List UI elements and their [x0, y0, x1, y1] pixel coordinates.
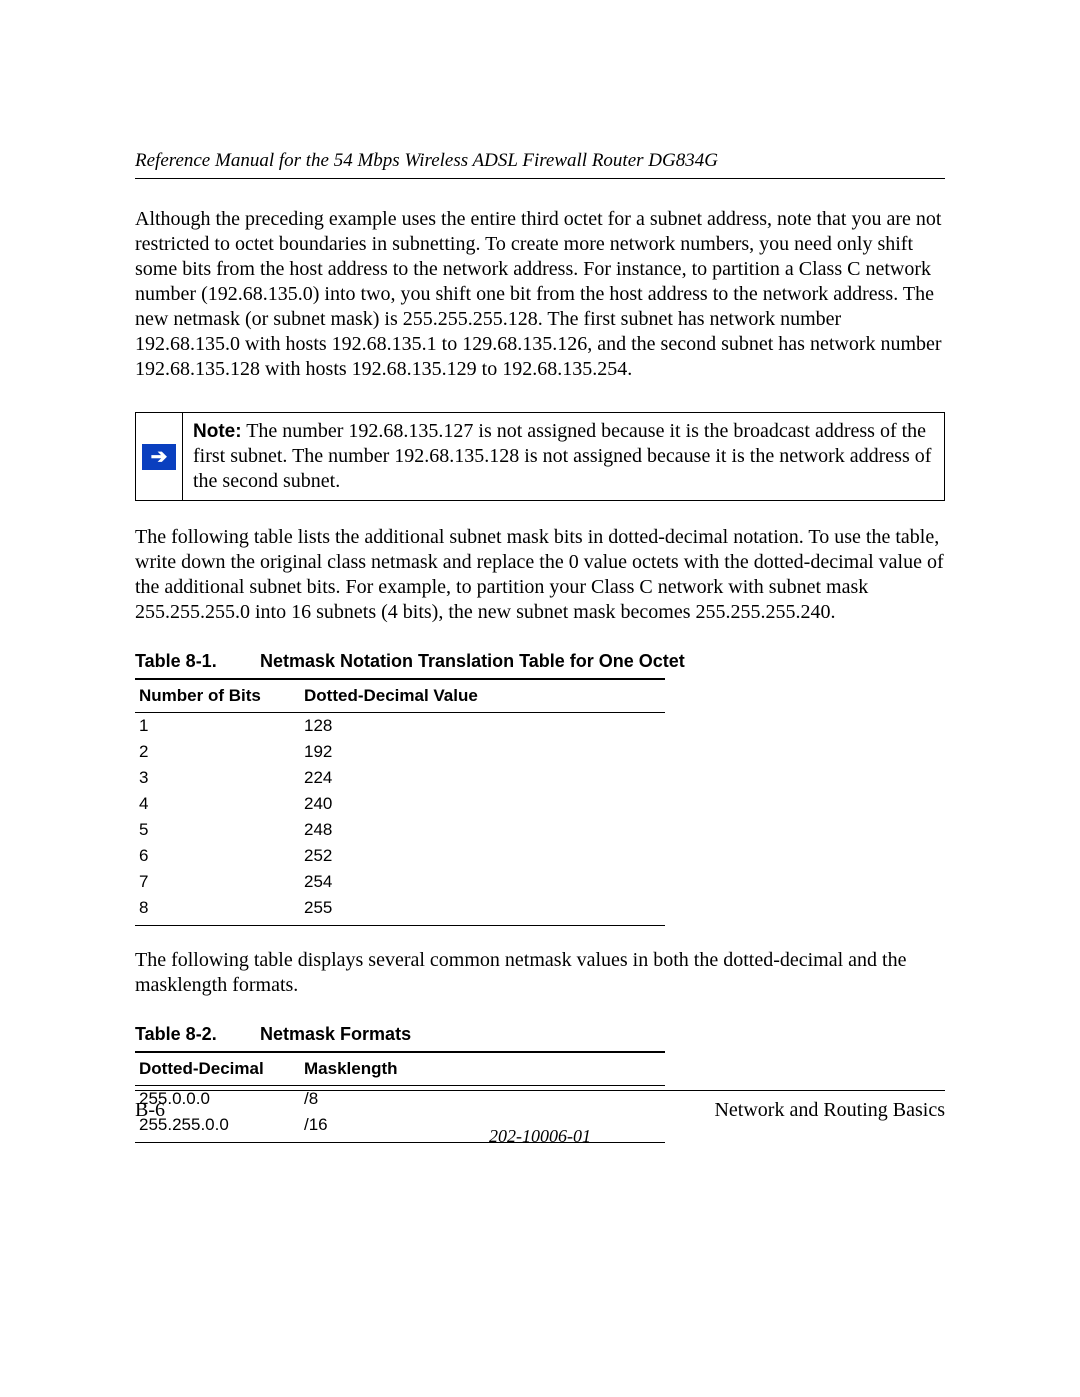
table-row: 2192 [135, 739, 665, 765]
table-1-head-b: Dotted-Decimal Value [304, 686, 665, 706]
arrow-glyph: ➔ [151, 447, 168, 467]
table-1: Number of Bits Dotted-Decimal Value 1128… [135, 678, 665, 926]
cell-a: 1 [139, 716, 304, 736]
header-rule [135, 178, 945, 179]
cell-b: 224 [304, 768, 665, 788]
table-rule [135, 925, 665, 926]
cell-a: 5 [139, 820, 304, 840]
table-1-title: Netmask Notation Translation Table for O… [260, 651, 685, 671]
cell-b: 128 [304, 716, 665, 736]
page-number: B-6 [135, 1099, 165, 1122]
table-2-header-row: Dotted-Decimal Masklength [135, 1053, 665, 1085]
cell-b: 248 [304, 820, 665, 840]
arrow-right-icon: ➔ [142, 444, 176, 470]
cell-b: 192 [304, 742, 665, 762]
cell-b: 240 [304, 794, 665, 814]
table-2-label: Table 8-2. [135, 1024, 255, 1045]
cell-a: 7 [139, 872, 304, 892]
table-row: 1128 [135, 713, 665, 739]
table-2-head-b: Masklength [304, 1059, 665, 1079]
table-row: 4240 [135, 791, 665, 817]
table-row: 6252 [135, 843, 665, 869]
cell-b: 254 [304, 872, 665, 892]
document-page: Reference Manual for the 54 Mbps Wireles… [0, 0, 1080, 1397]
page-footer: B-6 Network and Routing Basics 202-10006… [135, 1090, 945, 1147]
cell-a: 8 [139, 898, 304, 918]
cell-a: 6 [139, 846, 304, 866]
table-row: 8255 [135, 895, 665, 921]
table-row: 3224 [135, 765, 665, 791]
table-1-header-row: Number of Bits Dotted-Decimal Value [135, 680, 665, 712]
table-1-head-a: Number of Bits [139, 686, 304, 706]
table-2-title: Netmask Formats [260, 1024, 411, 1044]
document-number: 202-10006-01 [135, 1126, 945, 1147]
cell-a: 2 [139, 742, 304, 762]
note-box: ➔ Note: The number 192.68.135.127 is not… [135, 412, 945, 501]
paragraph-1: Although the preceding example uses the … [135, 207, 945, 382]
table-row: 5248 [135, 817, 665, 843]
cell-b: 255 [304, 898, 665, 918]
note-body: The number 192.68.135.127 is not assigne… [193, 420, 931, 492]
table-2-head-a: Dotted-Decimal [139, 1059, 304, 1079]
note-label: Note: [193, 421, 242, 442]
note-text: Note: The number 192.68.135.127 is not a… [183, 413, 944, 500]
table-1-caption: Table 8-1. Netmask Notation Translation … [135, 651, 945, 672]
table-row: 7254 [135, 869, 665, 895]
footer-rule [135, 1090, 945, 1091]
paragraph-3: The following table displays several com… [135, 948, 945, 998]
note-icon-cell: ➔ [136, 413, 183, 500]
footer-line: B-6 Network and Routing Basics [135, 1099, 945, 1122]
cell-a: 4 [139, 794, 304, 814]
running-header: Reference Manual for the 54 Mbps Wireles… [135, 150, 945, 172]
table-1-label: Table 8-1. [135, 651, 255, 672]
cell-a: 3 [139, 768, 304, 788]
cell-b: 252 [304, 846, 665, 866]
chapter-title: Network and Routing Basics [714, 1099, 945, 1122]
table-2-caption: Table 8-2. Netmask Formats [135, 1024, 945, 1045]
paragraph-2: The following table lists the additional… [135, 525, 945, 625]
